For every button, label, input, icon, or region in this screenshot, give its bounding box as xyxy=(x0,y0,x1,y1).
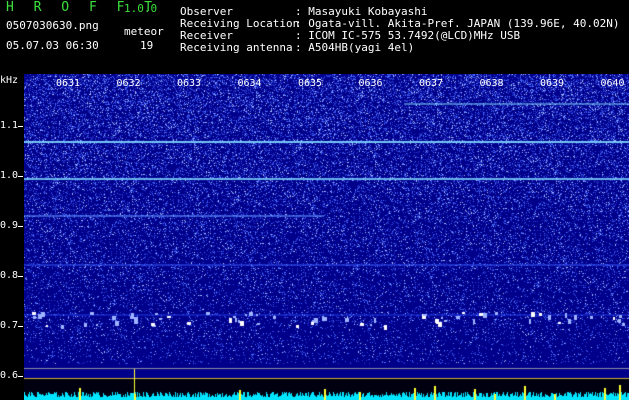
time-tick-label: 0640 xyxy=(600,78,625,89)
app-version: 1.0.0 xyxy=(124,2,158,15)
freq-tick xyxy=(18,126,23,127)
waterfall-spectrogram xyxy=(24,74,629,400)
freq-tick xyxy=(18,276,23,277)
filename: 0507030630.png xyxy=(6,19,99,32)
freq-tick xyxy=(18,326,23,327)
unit-label: kHz xyxy=(0,75,19,86)
freq-tick xyxy=(18,226,23,227)
time-tick-label: 0637 xyxy=(419,78,444,89)
meteor-count: 19 xyxy=(140,39,154,52)
freq-tick xyxy=(18,376,23,377)
time-tick-label: 0638 xyxy=(479,78,504,89)
datetime: 05.07.03 06:30 xyxy=(6,39,99,52)
time-tick-label: 0634 xyxy=(237,78,262,89)
antenna-label: Receiving antenna xyxy=(180,41,293,54)
time-tick-label: 0631 xyxy=(56,78,81,89)
time-tick-label: 0636 xyxy=(358,78,383,89)
antenna-value: : A504HB(yagi 4el) xyxy=(295,41,415,54)
header: H R O F F T 1.0.0 0507030630.png 05.07.0… xyxy=(0,0,629,72)
freq-tick xyxy=(18,176,23,177)
time-tick-label: 0635 xyxy=(298,78,323,89)
time-tick-label: 0632 xyxy=(116,78,141,89)
time-tick-label: 0633 xyxy=(177,78,202,89)
time-tick-label: 0639 xyxy=(540,78,565,89)
meteor-label: meteor xyxy=(124,25,164,38)
